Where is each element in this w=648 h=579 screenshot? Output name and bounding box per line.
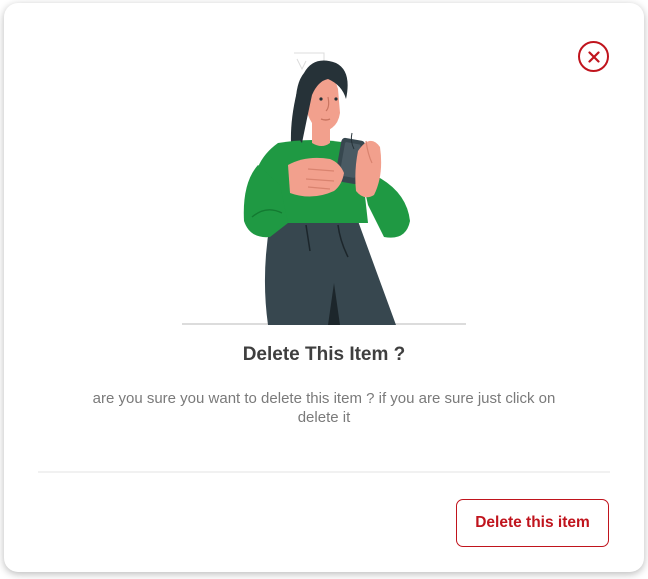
delete-item-button[interactable]: Delete this item: [456, 499, 609, 547]
dialog-message: are you sure you want to delete this ite…: [92, 390, 556, 426]
dialog-title: Delete This Item ?: [242, 344, 406, 365]
close-button[interactable]: [578, 41, 609, 72]
footer-divider: [38, 471, 610, 473]
close-icon: [587, 50, 600, 63]
woman-phone-illustration: [182, 52, 466, 325]
delete-dialog: Delete This Item ? are you sure you want…: [4, 3, 644, 572]
